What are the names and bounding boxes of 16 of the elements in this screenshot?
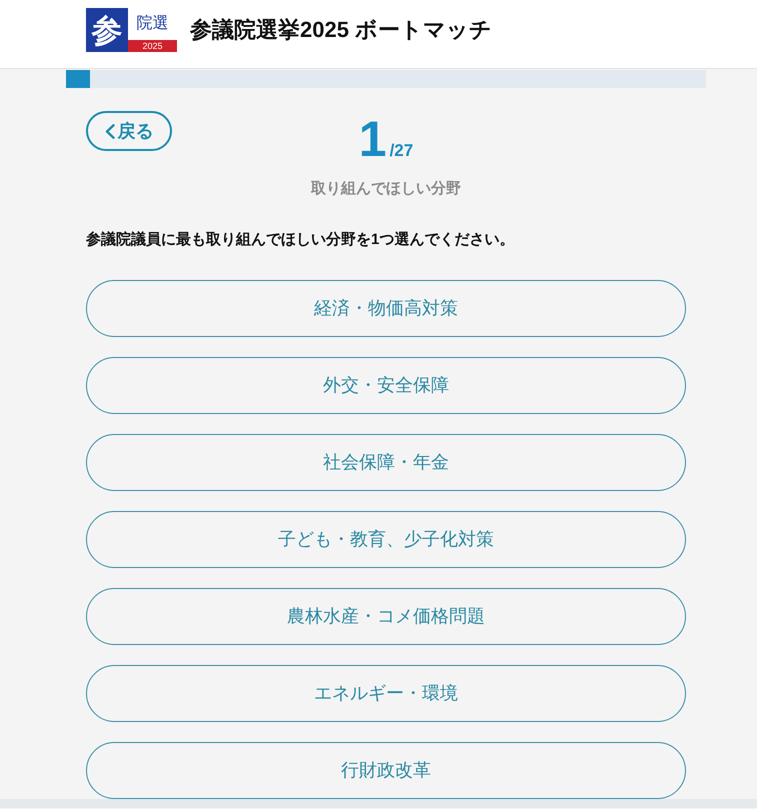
answer-option[interactable]: 農林水産・コメ価格問題 — [86, 588, 686, 645]
question-text: 参議院議員に最も取り組んでほしい分野を1つ選んでください。 — [86, 230, 516, 250]
category-label: 取り組んでほしい分野 — [310, 179, 462, 199]
answer-option[interactable]: エネルギー・環境 — [86, 665, 686, 722]
chevron-left-icon — [104, 124, 114, 138]
answer-option[interactable]: 子ども・教育、少子化対策 — [86, 511, 686, 568]
answer-option[interactable]: 社会保障・年金 — [86, 434, 686, 491]
logo-text: 院選 — [136, 14, 170, 34]
answer-option[interactable]: 外交・安全保障 — [86, 357, 686, 414]
back-button[interactable]: 戻る — [86, 111, 172, 151]
logo-year: 2025 — [128, 40, 177, 52]
logo-kanji: 参 — [86, 8, 128, 52]
answer-option[interactable]: 経済・物価高対策 — [86, 280, 686, 337]
question-number: 1 — [358, 111, 387, 167]
site-title: 参議院選挙2025 ボートマッチ — [190, 16, 492, 44]
question-total: /27 — [390, 141, 414, 160]
